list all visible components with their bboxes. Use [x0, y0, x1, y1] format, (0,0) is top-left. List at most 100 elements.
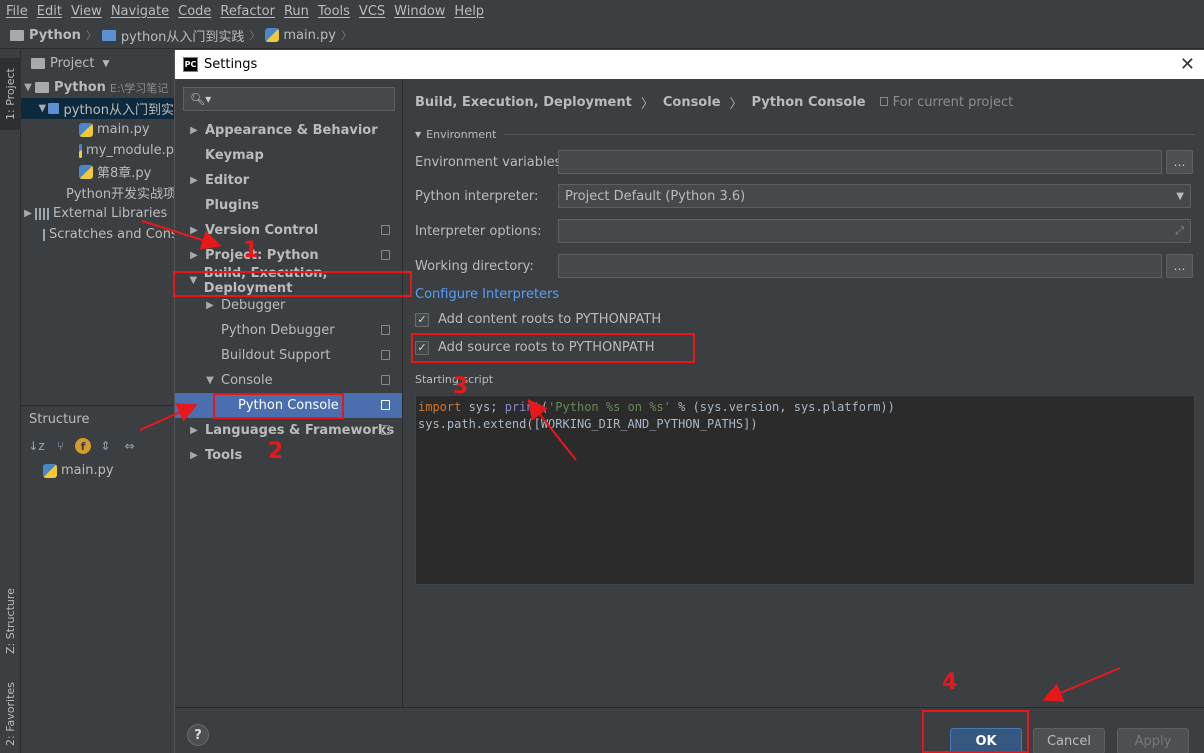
favorites-tool-tab[interactable]: 2: Favorites [0, 675, 21, 753]
tree-folder[interactable]: ▼ python从入门到实 [21, 98, 174, 119]
project-tool-tab[interactable]: 1: Project [0, 58, 21, 130]
project-scope-icon [381, 225, 390, 235]
env-vars-label: Environment variables: [415, 155, 566, 170]
dropdown-arrow-icon: ▼ [1176, 190, 1184, 202]
navigation-bar: Python 〉 python从入门到实践 〉 main.py 〉 [0, 22, 1204, 49]
annotation-box-python-console [213, 393, 344, 419]
library-icon [35, 207, 49, 220]
interpreter-options-input[interactable]: ⤢ [558, 219, 1191, 243]
project-panel: Project ▼ ▼ Python E:\学习笔记 ▼ python从入门到实… [21, 50, 174, 405]
breadcrumb-file[interactable]: main.py [265, 28, 336, 43]
configure-interpreters-link[interactable]: Configure Interpreters [415, 287, 559, 302]
annotation-number-2: 2 [268, 439, 284, 464]
annotation-number-4: 4 [942, 670, 958, 695]
menu-file[interactable]: File [4, 4, 35, 19]
expand-field-icon[interactable]: ⤢ [1175, 224, 1184, 238]
menu-vcs[interactable]: VCS [357, 4, 392, 19]
tree-external-libraries[interactable]: ▶ External Libraries [21, 203, 174, 224]
script-line-2: sys.path.extend([WORKING_DIR_AND_PYTHON_… [418, 417, 758, 431]
tree-item-keymap[interactable]: Keymap [175, 143, 402, 168]
tree-scratches[interactable]: Scratches and Cons [21, 224, 174, 245]
tree-item-version-control[interactable]: ▶ Version Control [175, 218, 402, 243]
structure-panel: Structure ↓z ⑂ f ⇕ ⇔ main.py [21, 405, 174, 753]
chevron-right-icon: 〉 [640, 97, 654, 112]
working-dir-browse-button[interactable]: … [1166, 254, 1193, 278]
help-button[interactable]: ? [187, 724, 209, 746]
tree-item-languages[interactable]: ▶ Languages & Frameworks [175, 418, 402, 443]
content-roots-checkbox[interactable]: ✓ Add content roots to PYTHONPATH [415, 312, 661, 327]
python-file-icon [79, 164, 93, 179]
tree-folder-project[interactable]: Python开发实战项 [21, 182, 174, 203]
tool-window-strip: 1: Project Z: Structure 2: Favorites [0, 50, 21, 753]
tree-file-module[interactable]: my_module.p [21, 140, 174, 161]
expand-arrow-icon: ▼ [206, 375, 214, 386]
python-file-icon [265, 28, 280, 42]
project-scope-note: For current project [879, 95, 1013, 110]
project-panel-header[interactable]: Project ▼ [21, 50, 174, 77]
dialog-titlebar: PC Settings ✕ [175, 50, 1204, 79]
working-dir-input[interactable] [558, 254, 1162, 278]
folder-icon [47, 103, 59, 114]
tree-item-editor[interactable]: ▶ Editor [175, 168, 402, 193]
interpreter-select[interactable]: Project Default (Python 3.6) ▼ [558, 184, 1191, 208]
project-scope-icon [381, 350, 390, 360]
expand-arrow-icon: ▶ [190, 125, 198, 136]
cancel-button[interactable]: Cancel [1033, 728, 1105, 753]
expand-all-icon[interactable]: ⇕ [96, 437, 115, 456]
menu-tools[interactable]: Tools [316, 4, 357, 19]
close-icon[interactable]: ✕ [1180, 54, 1195, 75]
tree-file-main[interactable]: main.py [21, 119, 174, 140]
environment-section[interactable]: ▼ Environment [415, 128, 1195, 141]
chevron-right-icon: 〉 [729, 97, 743, 112]
tree-item-project[interactable]: ▶ Project: Python [175, 243, 402, 268]
env-vars-browse-button[interactable]: … [1166, 150, 1193, 174]
show-inherited-icon[interactable]: ⑂ [51, 437, 70, 456]
apply-button[interactable]: Apply [1117, 728, 1189, 753]
menu-window[interactable]: Window [392, 4, 452, 19]
tree-item-appearance[interactable]: ▶ Appearance & Behavior [175, 118, 402, 143]
collapse-all-icon[interactable]: ⇔ [120, 437, 139, 456]
expand-arrow-icon: ▼ [24, 82, 32, 93]
structure-file[interactable]: main.py [21, 460, 174, 481]
breadcrumb-project[interactable]: Python [10, 28, 81, 43]
menu-view[interactable]: View [69, 4, 109, 19]
project-scope-icon [879, 97, 888, 106]
script-line-1: import sys; print('Python %s on %s' % (s… [418, 400, 895, 414]
tree-item-tools[interactable]: ▶ Tools [175, 443, 402, 468]
tree-item-python-debugger[interactable]: Python Debugger [175, 318, 402, 343]
project-scope-icon [381, 425, 390, 435]
sort-alpha-icon[interactable]: ↓z [27, 437, 46, 456]
menu-run[interactable]: Run [282, 4, 316, 19]
expand-arrow-icon: ▶ [190, 450, 198, 461]
breadcrumb-folder[interactable]: python从入门到实践 [101, 26, 244, 45]
folder-icon [31, 58, 45, 69]
expand-arrow-icon: ▶ [190, 175, 198, 186]
menu-bar: File Edit View Navigate Code Refactor Ru… [0, 0, 1204, 22]
settings-content: Build, Execution, Deployment 〉 Console 〉… [403, 79, 1204, 707]
settings-search-input[interactable]: 🔍︎▾ [183, 87, 395, 111]
menu-code[interactable]: Code [176, 4, 218, 19]
project-scope-icon [381, 250, 390, 260]
folder-icon [10, 29, 24, 41]
menu-edit[interactable]: Edit [35, 4, 69, 19]
tree-file-chapter8[interactable]: 第8章.py [21, 161, 174, 182]
python-file-icon [79, 122, 93, 137]
structure-tool-tab[interactable]: Z: Structure [0, 575, 21, 667]
menu-refactor[interactable]: Refactor [218, 4, 282, 19]
working-dir-label: Working directory: [415, 259, 534, 274]
tree-root[interactable]: ▼ Python E:\学习笔记 [21, 77, 174, 98]
structure-toolbar: ↓z ⑂ f ⇕ ⇔ [21, 432, 174, 460]
menu-navigate[interactable]: Navigate [109, 4, 176, 19]
annotation-box-source-roots [411, 333, 695, 363]
dropdown-arrow-icon: ▼ [102, 58, 110, 69]
menu-help[interactable]: Help [452, 4, 491, 19]
expand-arrow-icon: ▶ [190, 425, 198, 436]
show-fields-icon[interactable]: f [75, 438, 91, 454]
tree-item-console[interactable]: ▼ Console [175, 368, 402, 393]
chevron-right-icon: 〉 [340, 29, 352, 42]
folder-icon [35, 82, 49, 93]
tree-item-buildout[interactable]: Buildout Support [175, 343, 402, 368]
env-vars-input[interactable] [558, 150, 1162, 174]
starting-script-editor[interactable]: import sys; print('Python %s on %s' % (s… [415, 395, 1195, 585]
tree-item-plugins[interactable]: Plugins [175, 193, 402, 218]
